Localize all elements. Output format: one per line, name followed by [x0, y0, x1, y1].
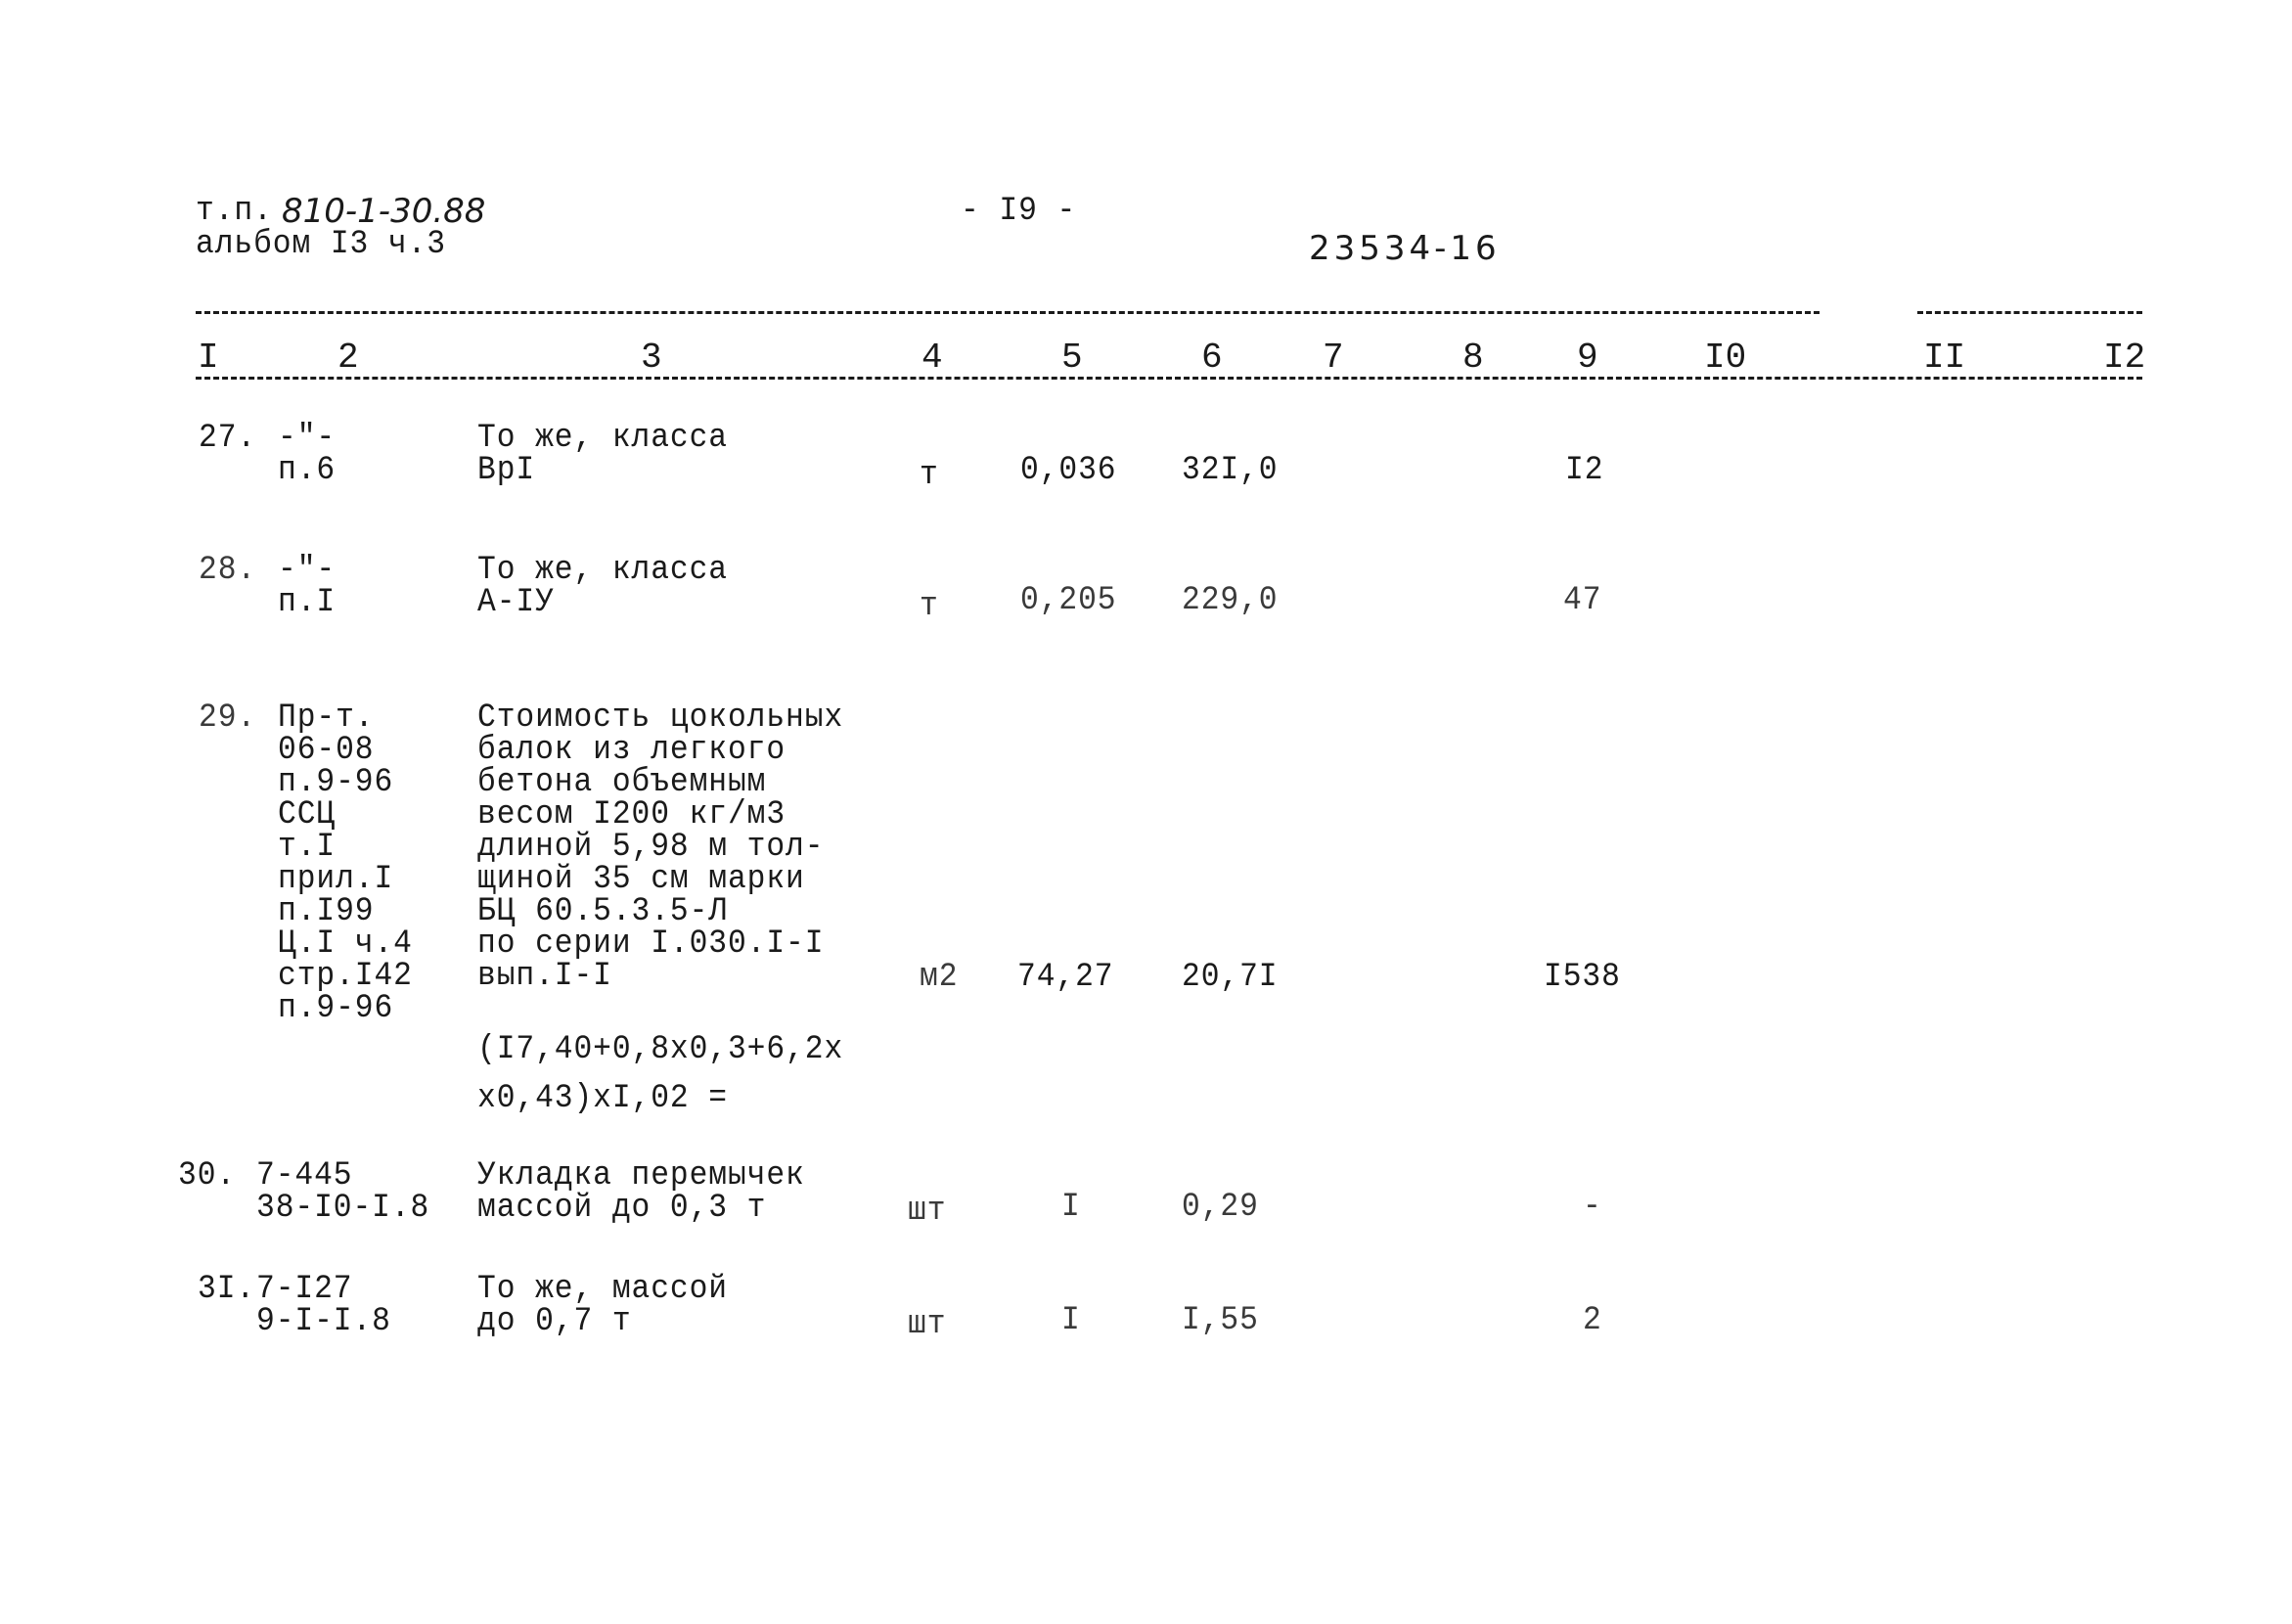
- row-quantity: I: [1061, 1189, 1081, 1226]
- row-reference: Пр-т. 06-08 п.9-96 ССЦ т.I прил.I п.I99 …: [278, 699, 413, 1027]
- reference-line: п.9-96: [278, 764, 394, 801]
- description-line: весом I200 кг/м3: [477, 796, 786, 834]
- row-number: 29.: [199, 699, 257, 737]
- reference-line: п.6: [278, 452, 337, 489]
- row-quantity: 74,27: [1017, 959, 1114, 996]
- description-line: Укладка перемычек: [477, 1157, 805, 1195]
- row-reference: -"- п.6: [278, 420, 337, 489]
- column-number-4: 4: [921, 338, 943, 378]
- row-unit-price: I,55: [1182, 1302, 1259, 1339]
- row-formula: (I7,40+0,8x0,3+6,2x x0,43)xI,02 =: [477, 1025, 843, 1123]
- row-number: 3I.: [198, 1271, 256, 1308]
- reference-line: ССЦ: [278, 796, 337, 834]
- reference-line: прил.I: [278, 861, 394, 898]
- description-line: Стоимость цокольных: [477, 699, 844, 737]
- column-number-8: 8: [1462, 338, 1484, 378]
- column-number-7: 7: [1323, 338, 1344, 378]
- column-number-9: 9: [1577, 338, 1598, 378]
- column-number-5: 5: [1061, 338, 1083, 378]
- column-number-2: 2: [337, 338, 359, 378]
- description-line: бетона объемным: [477, 764, 767, 801]
- row-reference: 7-445 38-I0-I.8: [256, 1157, 430, 1227]
- description-line: ВрI: [477, 452, 536, 489]
- row-unit-price: 229,0: [1182, 582, 1279, 619]
- row-quantity: 0,205: [1020, 582, 1117, 619]
- reference-line: 7-I27: [256, 1271, 353, 1308]
- reference-line: 38-I0-I.8: [256, 1190, 430, 1227]
- reference-line: Ц.I ч.4: [278, 925, 413, 963]
- row-unit: шт: [908, 1306, 947, 1343]
- reference-line: 06-08: [278, 732, 375, 769]
- project-prefix: т.п.: [196, 193, 273, 230]
- column-number-1: I: [198, 338, 219, 378]
- reference-line: -"-: [278, 420, 337, 457]
- column-number-10: I0: [1704, 338, 1747, 378]
- column-number-6: 6: [1201, 338, 1223, 378]
- reference-line: 9-I-I.8: [256, 1303, 391, 1340]
- row-unit: т: [920, 457, 939, 494]
- description-line: вып.I-I: [477, 958, 612, 995]
- row-quantity: 0,036: [1020, 452, 1117, 489]
- row-unit: шт: [908, 1193, 947, 1230]
- row-reference: -"- п.I: [278, 552, 337, 621]
- row-number: 30.: [178, 1157, 237, 1195]
- row-description: Укладка перемычек массой до 0,3 т: [477, 1157, 805, 1227]
- row-unit-price: 32I,0: [1182, 452, 1279, 489]
- description-line: щиной 35 см марки: [477, 861, 805, 898]
- row-unit: т: [920, 588, 939, 625]
- description-line: длиной 5,98 м тол-: [477, 829, 825, 866]
- formula-line: x0,43)xI,02 =: [477, 1080, 728, 1117]
- row-number: 28.: [199, 552, 257, 589]
- row-total: I538: [1544, 959, 1621, 996]
- reference-line: 7-445: [256, 1157, 353, 1195]
- table-top-rule: [196, 311, 1820, 314]
- description-line: БЦ 60.5.3.5-Л: [477, 893, 728, 930]
- description-line: до 0,7 т: [477, 1303, 632, 1340]
- album-label: альбом I3 ч.3: [196, 226, 446, 263]
- row-total: 47: [1563, 582, 1602, 619]
- page-number: - I9 -: [961, 193, 1077, 230]
- description-line: А-IУ: [477, 584, 555, 621]
- row-total: 2: [1583, 1302, 1602, 1339]
- description-line: по серии I.030.I-I: [477, 925, 825, 963]
- reference-line: п.9-96: [278, 990, 394, 1027]
- row-total: I2: [1565, 452, 1604, 489]
- description-line: массой до 0,3 т: [477, 1190, 767, 1227]
- reference-line: п.I: [278, 584, 337, 621]
- inventory-number: 23534-16: [1309, 229, 1501, 268]
- row-description: То же, класса А-IУ: [477, 552, 728, 621]
- table-header-bottom-rule: [196, 377, 2142, 380]
- column-number-12: I2: [2103, 338, 2146, 378]
- description-line: балок из легкого: [477, 732, 786, 769]
- description-line: То же, класса: [477, 420, 728, 457]
- column-number-11: II: [1923, 338, 1966, 378]
- row-reference: 7-I27 9-I-I.8: [256, 1271, 391, 1340]
- description-line: То же, класса: [477, 552, 728, 589]
- row-description: Стоимость цокольных балок из легкого бет…: [477, 699, 844, 995]
- row-unit: м2: [920, 959, 959, 996]
- row-description: То же, класса ВрI: [477, 420, 728, 489]
- formula-line: (I7,40+0,8x0,3+6,2x: [477, 1031, 844, 1068]
- description-line: То же, массой: [477, 1271, 728, 1308]
- row-total: -: [1583, 1189, 1602, 1226]
- row-description: То же, массой до 0,7 т: [477, 1271, 728, 1340]
- column-number-3: 3: [641, 338, 662, 378]
- row-unit-price: 0,29: [1182, 1189, 1259, 1226]
- reference-line: -"-: [278, 552, 337, 589]
- reference-line: Пр-т.: [278, 699, 375, 737]
- reference-line: т.I: [278, 829, 337, 866]
- reference-line: п.I99: [278, 893, 375, 930]
- project-code: 810-1-30.88: [282, 192, 486, 231]
- row-unit-price: 20,7I: [1182, 959, 1279, 996]
- table-top-rule-right: [1917, 311, 2142, 314]
- reference-line: стр.I42: [278, 958, 413, 995]
- row-quantity: I: [1061, 1302, 1081, 1339]
- row-number: 27.: [199, 420, 257, 457]
